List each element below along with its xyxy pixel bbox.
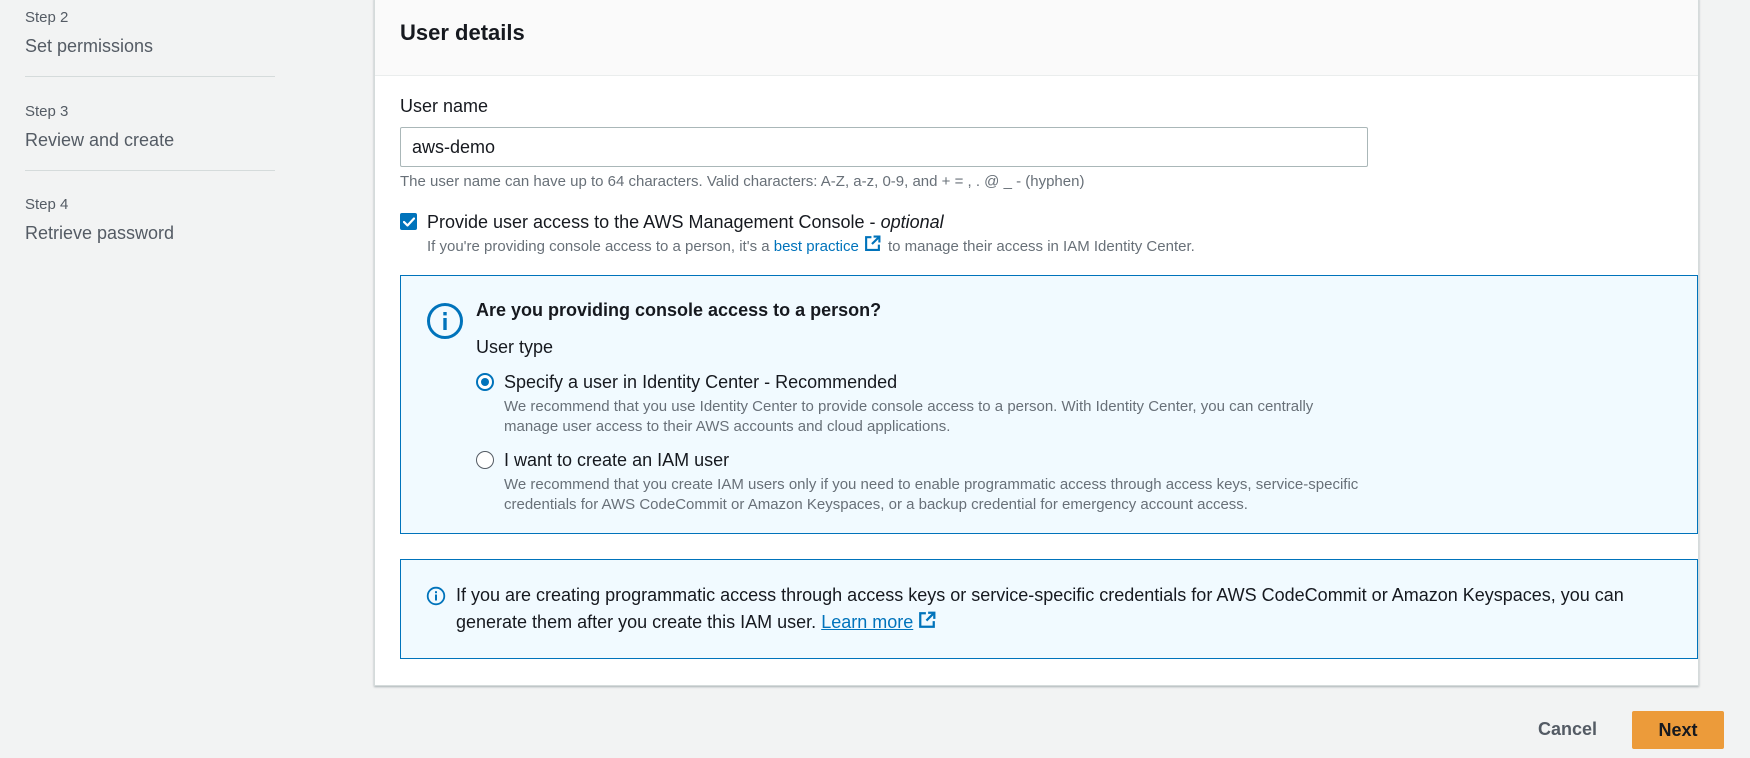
step-title[interactable]: Set permissions [25,34,153,58]
step-title[interactable]: Review and create [25,128,174,152]
step-2[interactable]: Step 2 Set permissions [25,4,153,58]
radio-option-identity-center[interactable]: Specify a user in Identity Center - Reco… [476,369,1364,437]
step-divider [25,170,275,171]
radio-option-iam-user[interactable]: I want to create an IAM user We recommen… [476,447,1364,515]
optional-text: optional [880,212,944,232]
radio-iam-user[interactable] [476,451,494,469]
step-title[interactable]: Retrieve password [25,221,174,245]
console-access-checkbox-row[interactable]: Provide user access to the AWS Managemen… [400,210,1195,259]
console-access-description: If you're providing console access to a … [427,235,1195,259]
radio-label[interactable]: Specify a user in Identity Center - Reco… [504,369,1364,395]
console-person-info-box: Are you providing console access to a pe… [400,275,1698,534]
radio-identity-center[interactable] [476,373,494,391]
console-access-label-text: Provide user access to the AWS Managemen… [427,212,881,232]
container-header: User details [375,0,1698,76]
info-box-title: Are you providing console access to a pe… [476,300,882,320]
container-title: User details [400,20,525,45]
check-icon [402,216,415,227]
external-link-icon[interactable] [918,610,936,637]
step-number: Step 3 [25,103,69,120]
step-4[interactable]: Step 4 Retrieve password [25,191,174,245]
username-label: User name [400,96,489,116]
console-access-checkbox[interactable] [400,213,417,230]
programmatic-access-text: If you are creating programmatic access … [456,582,1686,637]
info-circle-icon [426,586,446,611]
step-divider [25,76,275,77]
user-type-label: User type [476,337,554,357]
programmatic-text: If you are creating programmatic access … [456,585,1624,632]
cancel-button[interactable]: Cancel [1518,711,1617,748]
desc-after: to manage their access in IAM Identity C… [883,238,1195,255]
best-practice-link[interactable]: best practice [774,236,859,258]
username-hint: The user name can have up to 64 characte… [400,173,1085,190]
console-access-label[interactable]: Provide user access to the AWS Managemen… [427,210,1195,234]
radio-dot [481,378,489,386]
info-circle-icon [426,302,464,345]
username-input[interactable] [400,127,1368,167]
desc-before: If you're providing console access to a … [427,238,774,255]
radio-description: We recommend that you create IAM users o… [504,476,1359,513]
programmatic-access-info-box: If you are creating programmatic access … [400,559,1698,659]
radio-label[interactable]: I want to create an IAM user [504,447,1364,473]
learn-more-link[interactable]: Learn more [821,612,913,632]
user-details-container: User details User name The user name can… [374,0,1699,686]
step-number: Step 2 [25,9,69,26]
next-button[interactable]: Next [1632,711,1724,749]
radio-description: We recommend that you use Identity Cente… [504,398,1314,435]
step-number: Step 4 [25,196,69,213]
step-3[interactable]: Step 3 Review and create [25,98,174,152]
external-link-icon[interactable] [864,235,881,259]
